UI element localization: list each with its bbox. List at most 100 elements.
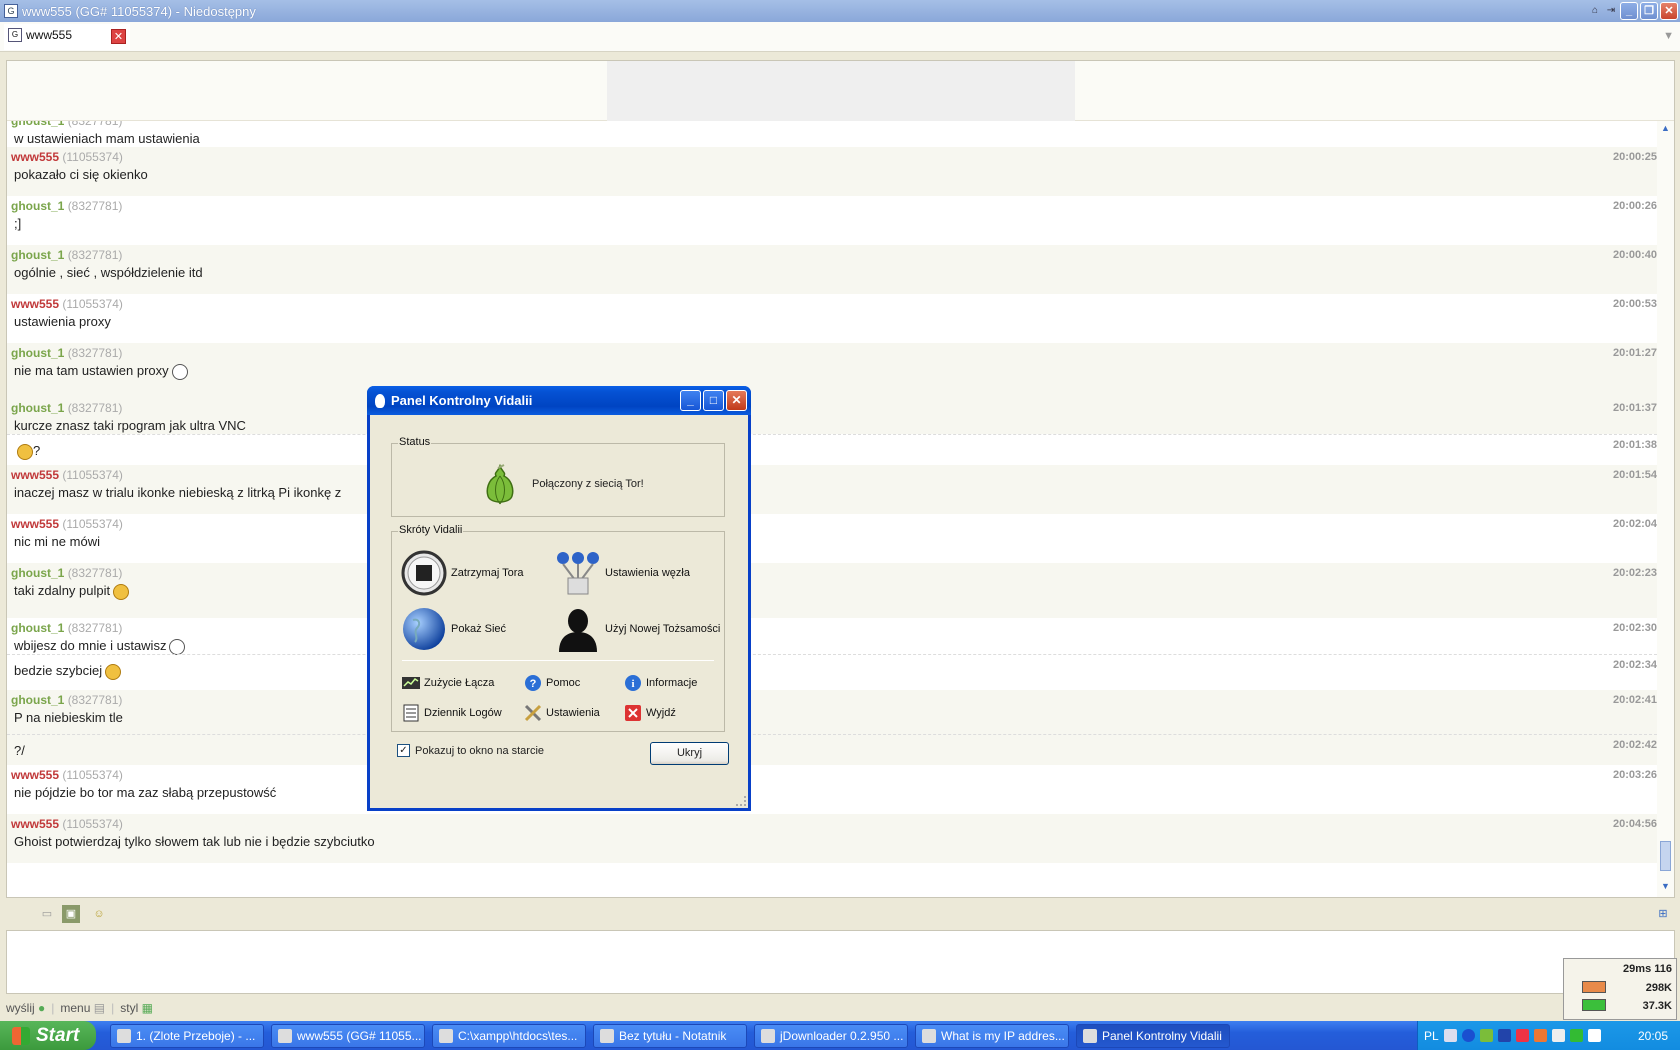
message-sender[interactable]: www555 (11055374)	[11, 817, 123, 831]
message-time: 20:04:56	[1612, 818, 1657, 830]
svg-text:i: i	[631, 678, 634, 690]
restore-button[interactable]: ❐	[1640, 2, 1658, 20]
chat-header	[7, 61, 1674, 121]
dialog-close-button[interactable]: ✕	[726, 390, 747, 411]
message-text: ogólnie , sieć , współdzielenie itd	[14, 265, 203, 280]
close-button[interactable]: ✕	[1660, 2, 1678, 20]
emoticon-icon	[169, 638, 186, 655]
add-contact-icon[interactable]: ⊞	[1654, 905, 1672, 923]
tab-close-button[interactable]: ✕	[111, 29, 126, 44]
node-settings-shortcut[interactable]: Ustawienia węzła	[555, 550, 690, 596]
message-sender[interactable]: ghoust_1 (8327781)	[11, 199, 122, 213]
message-sender[interactable]: www555 (11055374)	[11, 768, 123, 782]
task-app-icon	[922, 1029, 936, 1043]
stop-icon	[401, 550, 447, 596]
start-button[interactable]: Start	[0, 1021, 96, 1050]
checkbox-checked-icon[interactable]: ✓	[397, 744, 410, 757]
message-row: www555 (11055374) 20:02:04 nic mi ne mówi	[7, 514, 1657, 563]
tor-tray-icon[interactable]	[1479, 1029, 1493, 1042]
keyboard-icon[interactable]	[1443, 1029, 1457, 1042]
style-button[interactable]: styl ▦	[120, 1001, 153, 1015]
status-legend: Status	[398, 436, 432, 448]
message-sender[interactable]: www555 (11055374)	[11, 517, 123, 531]
taskbar-button[interactable]: Bez tytułu - Notatnik	[593, 1024, 747, 1048]
message-sender[interactable]: ghoust_1 (8327781)	[11, 566, 122, 580]
message-sender[interactable]: ghoust_1 (8327781)	[11, 121, 122, 128]
message-row: www555 (11055374) 20:00:25 pokazało ci się…	[7, 147, 1657, 196]
tabs-dropdown-icon[interactable]: ▼	[1663, 30, 1674, 42]
taskbar-button[interactable]: jDownloader 0.2.950 ...	[754, 1024, 908, 1048]
minimize-button[interactable]: _	[1620, 2, 1638, 20]
message-row: ghoust_1 (8327781) 20:01:27 nie ma tam ust…	[7, 343, 1657, 398]
new-file-icon[interactable]: ▭	[38, 905, 56, 923]
message-time: 20:02:34	[1612, 659, 1657, 671]
message-row: 20:01:38?	[7, 434, 1657, 465]
task-app-icon	[278, 1029, 292, 1043]
chat-scrollbar[interactable]: ▲ ▼	[1657, 121, 1674, 897]
menu-button[interactable]: menu ▤	[60, 1001, 105, 1015]
message-text: ustawienia proxy	[14, 314, 111, 329]
message-sender[interactable]: ghoust_1 (8327781)	[11, 248, 122, 262]
network-tray-icon[interactable]	[1551, 1029, 1565, 1042]
tab-www555[interactable]: G www555 ✕	[4, 24, 130, 50]
emoticon-icon[interactable]: ☺	[90, 905, 108, 923]
back-icon[interactable]	[1461, 1029, 1475, 1042]
app3-tray-icon[interactable]	[1569, 1029, 1583, 1042]
message-sender[interactable]: www555 (11055374)	[11, 468, 123, 482]
help-shortcut[interactable]: ? Pomoc	[524, 674, 580, 692]
message-text: taki zdalny pulpit	[14, 583, 130, 600]
message-sender[interactable]: ghoust_1 (8327781)	[11, 621, 122, 635]
scroll-down-icon[interactable]: ▼	[1659, 881, 1672, 894]
stop-tor-shortcut[interactable]: Zatrzymaj Tora	[401, 550, 524, 596]
about-shortcut[interactable]: i Informacje	[624, 674, 697, 692]
message-sender[interactable]: www555 (11055374)	[11, 150, 123, 164]
system-tray: PL 20:05	[1417, 1021, 1680, 1050]
dock-icon[interactable]: ⇥	[1604, 4, 1618, 18]
taskbar-button[interactable]: www555 (GG# 11055...	[271, 1024, 425, 1048]
pin-icon[interactable]: ⌂	[1588, 4, 1602, 18]
new-identity-shortcut[interactable]: Użyj Nowej Tożsamości	[555, 606, 720, 652]
app2-tray-icon[interactable]	[1533, 1029, 1547, 1042]
message-text: P na niebieskim tle	[14, 710, 123, 725]
format-icon[interactable]: ▣	[62, 905, 80, 923]
message-time: 20:00:25	[1612, 151, 1657, 163]
message-text: nic mi ne mówi	[14, 534, 100, 549]
message-row: ghoust_1 (8327781) w ustawieniach mam ust…	[7, 121, 1657, 147]
p-app-icon[interactable]	[1497, 1029, 1511, 1042]
app4-tray-icon[interactable]	[1587, 1029, 1601, 1042]
vidalia-onion-icon	[375, 393, 385, 408]
show-network-shortcut[interactable]: Pokaż Sieć	[401, 606, 506, 652]
send-button[interactable]: wyślij ●	[6, 1001, 45, 1015]
message-input[interactable]	[6, 930, 1675, 994]
message-text: w ustawieniach mam ustawienia	[14, 131, 200, 146]
dialog-minimize-button[interactable]: _	[680, 390, 701, 411]
scroll-up-icon[interactable]: ▲	[1659, 123, 1672, 136]
scroll-thumb[interactable]	[1660, 841, 1671, 871]
dialog-maximize-button[interactable]: □	[703, 390, 724, 411]
resize-grip[interactable]	[736, 796, 746, 806]
relay-node-icon	[557, 552, 599, 595]
bandwidth-shortcut[interactable]: Zużycie Łącza	[402, 674, 494, 692]
message-time: 20:01:38	[1612, 439, 1657, 451]
message-sender[interactable]: www555 (11055374)	[11, 297, 123, 311]
show-on-start-checkbox[interactable]: ✓ Pokazuj to okno na starcie	[397, 744, 544, 757]
message-sender[interactable]: ghoust_1 (8327781)	[11, 401, 122, 415]
message-row: 20:02:42 ?/	[7, 734, 1657, 765]
message-sender[interactable]: ghoust_1 (8327781)	[11, 346, 122, 360]
taskbar-button[interactable]: What is my IP addres...	[915, 1024, 1069, 1048]
message-text: kurcze znasz taki rpogram jak ultra VNC	[14, 418, 246, 433]
settings-shortcut[interactable]: Ustawienia	[524, 704, 600, 722]
clock[interactable]: 20:05	[1638, 1029, 1668, 1043]
taskbar-button[interactable]: 1. (Zlote Przeboje) - ...	[110, 1024, 264, 1048]
taskbar-button[interactable]: C:\xampp\htdocs\tes...	[432, 1024, 586, 1048]
message-row: www555 (11055374) 20:00:53 ustawienia prox…	[7, 294, 1657, 343]
message-time: 20:00:40	[1612, 249, 1657, 261]
hide-button[interactable]: Ukryj	[650, 742, 729, 765]
message-log-shortcut[interactable]: Dziennik Logów	[402, 704, 502, 722]
app-tray-icon[interactable]	[1515, 1029, 1529, 1042]
taskbar-button[interactable]: Panel Kontrolny Vidalii	[1076, 1024, 1230, 1048]
message-sender[interactable]: ghoust_1 (8327781)	[11, 693, 122, 707]
message-row: ghoust_1 (8327781) 20:02:41 P na niebieski…	[7, 690, 1657, 734]
exit-shortcut[interactable]: Wyjdź	[624, 704, 676, 722]
language-indicator[interactable]: PL	[1424, 1029, 1439, 1043]
